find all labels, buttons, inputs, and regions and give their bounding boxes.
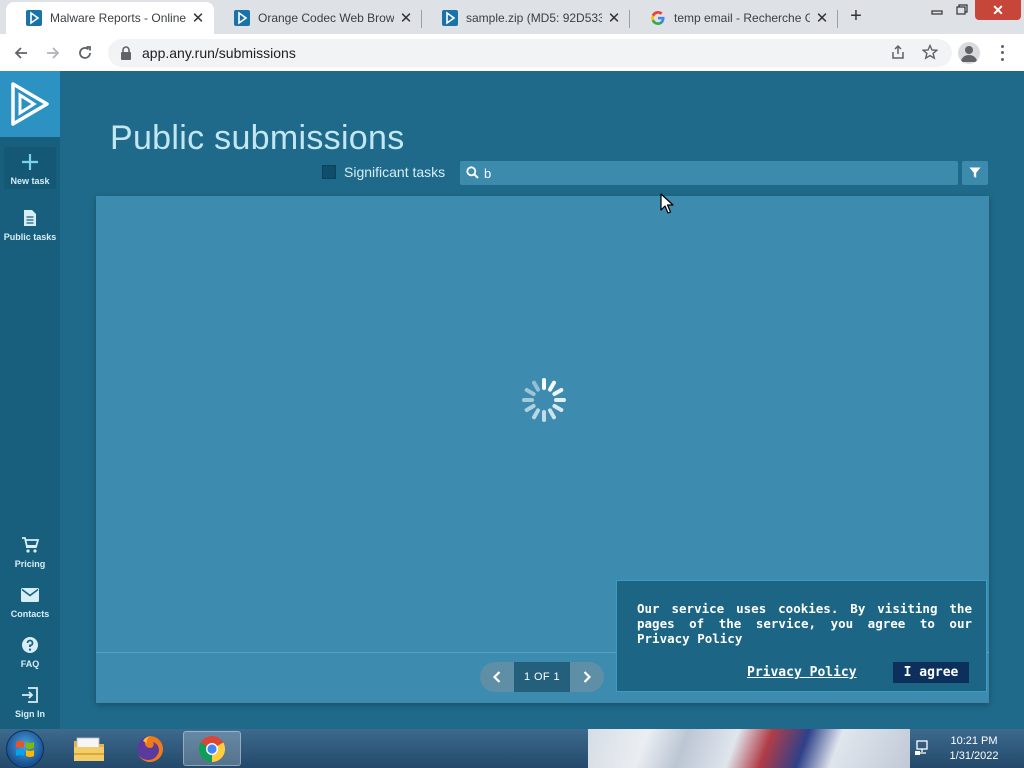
filter-button[interactable]	[962, 161, 988, 185]
close-window-button[interactable]: ✕	[975, 0, 1021, 20]
forward-button[interactable]	[40, 40, 66, 66]
significant-tasks-checkbox[interactable]	[322, 165, 336, 179]
sidebar-item-contacts[interactable]: Contacts	[0, 584, 60, 619]
search-input[interactable]	[484, 163, 944, 183]
windows-logo-icon	[16, 741, 34, 757]
taskbar-clock[interactable]: 10:21 PM 1/31/2022	[938, 734, 1010, 764]
agree-button[interactable]: I agree	[893, 662, 969, 683]
help-icon	[21, 634, 39, 656]
tab-separator	[837, 10, 838, 28]
page-indicator: 1 OF 1	[514, 662, 570, 692]
search-icon	[466, 166, 479, 184]
close-tab-icon[interactable]: ✕	[606, 10, 622, 27]
firefox-icon	[137, 735, 163, 762]
significant-tasks-toggle[interactable]: Significant tasks	[322, 164, 445, 180]
cookie-message: Our service uses cookies. By visiting th…	[637, 601, 972, 646]
desktop-wallpaper-strip	[588, 729, 910, 768]
chevron-right-icon	[583, 671, 592, 683]
lock-icon	[121, 46, 131, 60]
next-page-button[interactable]	[570, 662, 604, 692]
back-button[interactable]	[8, 40, 34, 66]
url-text: app.any.run/submissions	[142, 45, 296, 61]
close-tab-icon[interactable]: ✕	[814, 10, 830, 27]
anyrun-icon	[442, 10, 458, 26]
main-content: Public submissions Significant tasks b 1…	[60, 71, 1024, 729]
sign-in-icon	[21, 684, 39, 706]
logo-icon	[11, 82, 49, 126]
sidebar-item-label: Contacts	[10, 609, 50, 619]
share-icon[interactable]	[890, 44, 906, 65]
plus-icon	[21, 151, 39, 173]
reload-button[interactable]	[72, 40, 98, 66]
sidebar-item-label: Pricing	[14, 559, 46, 569]
taskbar-explorer[interactable]	[60, 731, 118, 766]
tab-malware-reports[interactable]: Malware Reports - Online M ✕	[6, 2, 214, 34]
tab-title: sample.zip (MD5: 92D5330	[466, 11, 602, 25]
sidebar-item-faq[interactable]: FAQ	[0, 634, 60, 669]
chrome-icon	[198, 735, 226, 762]
loading-spinner-icon	[522, 378, 566, 422]
search-box[interactable]	[460, 161, 958, 185]
anyrun-icon	[234, 10, 250, 26]
address-bar[interactable]: app.any.run/submissions	[108, 39, 952, 67]
pagination: 1 OF 1	[480, 662, 604, 692]
sidebar-item-label: Public tasks	[3, 232, 57, 242]
reload-icon	[79, 46, 91, 59]
browser-menu-icon[interactable]	[994, 43, 1010, 63]
document-icon	[23, 207, 37, 229]
significant-tasks-label: Significant tasks	[344, 164, 446, 180]
filter-icon	[969, 167, 981, 178]
tab-sample-zip[interactable]: sample.zip (MD5: 92D5330 ✕	[422, 2, 630, 34]
bookmark-star-icon[interactable]	[921, 43, 939, 65]
sidebar-item-label: Sign In	[15, 709, 45, 719]
cart-icon	[21, 534, 39, 556]
tab-title: Orange Codec Web Browser	[258, 11, 394, 25]
privacy-policy-link[interactable]: Privacy Policy	[747, 665, 857, 680]
sidebar-item-label: New task	[10, 176, 50, 186]
browser-toolbar: app.any.run/submissions	[0, 34, 1024, 71]
previous-page-button[interactable]	[480, 662, 514, 692]
google-icon	[650, 10, 666, 26]
cookie-banner: Our service uses cookies. By visiting th…	[616, 580, 987, 692]
network-tray-icon[interactable]	[914, 739, 932, 762]
tab-orange-codec[interactable]: Orange Codec Web Browser ✕	[214, 2, 422, 34]
tab-temp-email[interactable]: temp email - Recherche Go ✕	[630, 2, 838, 34]
forward-arrow-icon	[47, 47, 60, 59]
mouse-cursor-icon	[660, 193, 674, 214]
close-tab-icon[interactable]: ✕	[190, 10, 206, 27]
tab-title: temp email - Recherche Go	[674, 11, 810, 25]
minimize-button[interactable]	[924, 0, 950, 20]
chevron-left-icon	[492, 671, 501, 683]
browser-tab-strip: Malware Reports - Online M ✕ Orange Code…	[0, 0, 1024, 34]
taskbar-chrome[interactable]	[183, 731, 241, 766]
app-sidebar: New task Public tasks Pricing Contacts F…	[0, 71, 60, 729]
taskbar-firefox[interactable]	[121, 731, 179, 766]
back-arrow-icon	[14, 47, 27, 59]
windows-taskbar: 10:21 PM 1/31/2022	[0, 729, 1024, 768]
clock-date: 1/31/2022	[949, 750, 999, 762]
anyrun-logo[interactable]	[0, 71, 60, 137]
start-button[interactable]	[6, 730, 44, 768]
clock-time: 10:21 PM	[950, 735, 998, 747]
page-title: Public submissions	[110, 119, 405, 157]
sidebar-item-sign-in[interactable]: Sign In	[0, 684, 60, 719]
sidebar-item-label: FAQ	[20, 659, 40, 669]
mail-icon	[21, 584, 39, 606]
anyrun-icon	[26, 10, 42, 26]
tab-title: Malware Reports - Online M	[50, 11, 186, 25]
new-tab-button[interactable]: +	[844, 6, 868, 28]
explorer-icon	[74, 737, 104, 761]
sidebar-item-public-tasks[interactable]: Public tasks	[0, 207, 60, 242]
profile-avatar-icon[interactable]	[958, 42, 980, 64]
sidebar-item-pricing[interactable]: Pricing	[0, 534, 60, 569]
sidebar-item-new-task[interactable]: New task	[4, 147, 56, 189]
restore-button[interactable]	[950, 0, 974, 20]
close-tab-icon[interactable]: ✕	[398, 10, 414, 27]
